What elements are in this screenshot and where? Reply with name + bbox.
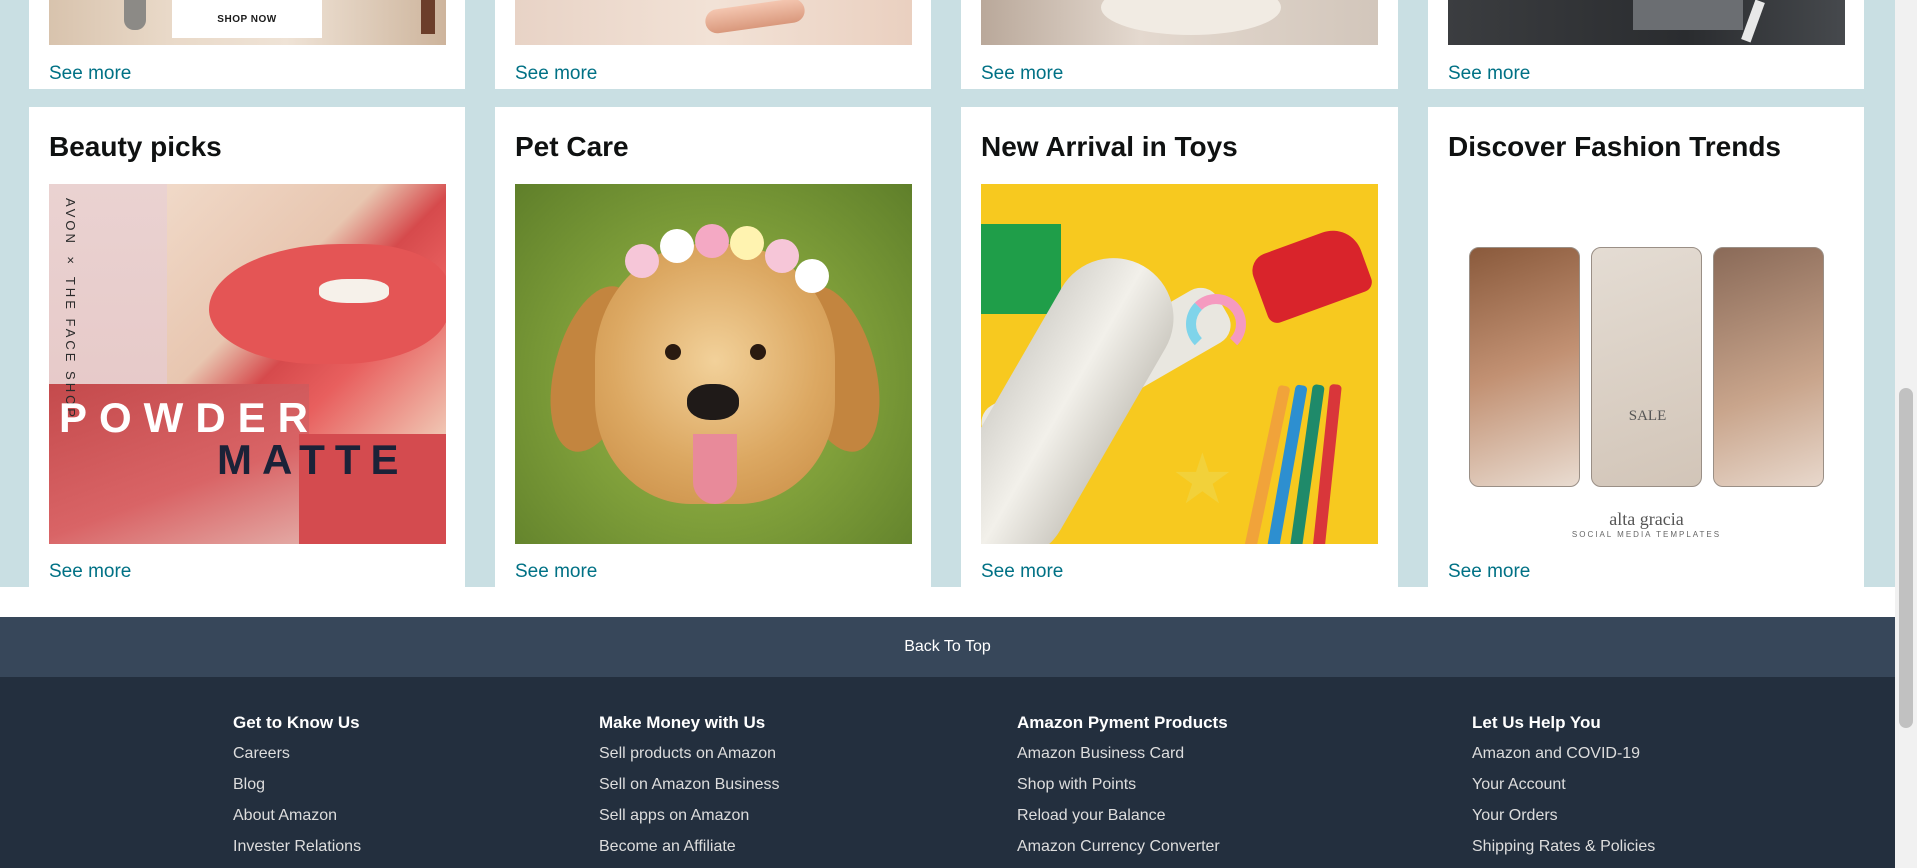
footer-heading: Amazon Pyment Products [1017, 713, 1228, 732]
brand-subtitle: SOCIAL MEDIA TEMPLATES [1571, 530, 1722, 539]
fashion-panel: SALE [1591, 247, 1702, 487]
fashion-image[interactable]: SALE alta gracia SOCIAL MEDIA TEMPLATES [1448, 184, 1845, 544]
avon-brand-text: AVON × THE FACE SHOP [63, 198, 78, 420]
see-more-link[interactable]: See more [981, 63, 1063, 85]
card-toys: New Arrival in Toys ★ See more [961, 107, 1398, 587]
card-fashion: Discover Fashion Trends SALE alta gracia… [1428, 107, 1864, 587]
see-more-link[interactable]: See more [981, 561, 1063, 583]
footer-link[interactable]: Your Account [1472, 776, 1655, 807]
card-title: Discover Fashion Trends [1448, 131, 1781, 162]
flower-graphic [765, 239, 799, 273]
card-title: New Arrival in Toys [981, 131, 1238, 162]
teeth-graphic [319, 279, 389, 303]
card-top-4: See more [1428, 0, 1864, 89]
footer-link[interactable]: Amazon Currency Converter [1017, 838, 1228, 868]
dog-eye-graphic [750, 344, 766, 360]
toy-car-graphic [1247, 222, 1375, 326]
card-image[interactable] [515, 0, 912, 45]
card-top-2: See more [495, 0, 931, 89]
footer-column-make-money: Make Money with Us Sell products on Amaz… [599, 713, 780, 868]
footer-link[interactable]: Sell products on Amazon [599, 745, 780, 776]
alta-gracia-brand: alta gracia [1609, 509, 1684, 529]
footer-heading: Let Us Help You [1472, 713, 1601, 732]
model-leg-graphic [124, 0, 146, 30]
footer-link[interactable]: Careers [233, 745, 361, 776]
footer-link[interactable]: Reload your Balance [1017, 807, 1228, 838]
shop-now-banner: SHOP NOW [172, 0, 322, 38]
footer-link[interactable]: Invester Relations [233, 838, 361, 868]
flower-graphic [625, 244, 659, 278]
vertical-scrollbar[interactable] [1895, 0, 1917, 868]
footer: Get to Know Us Careers Blog About Amazon… [0, 677, 1895, 868]
star-icon: ★ [1171, 440, 1234, 518]
card-image[interactable]: SHOP NOW [49, 0, 446, 45]
fashion-panel [1713, 247, 1824, 487]
card-beauty-picks: Beauty picks AVON × THE FACE SHOP POWDER… [29, 107, 465, 587]
stool-graphic [421, 0, 435, 34]
sale-text: SALE [1628, 408, 1667, 424]
matte-text: MATTE [217, 436, 409, 483]
flower-graphic [730, 226, 764, 260]
see-more-link[interactable]: See more [1448, 63, 1530, 85]
pet-image[interactable] [515, 184, 912, 544]
card-title: Beauty picks [49, 131, 222, 162]
card-image[interactable] [981, 0, 1378, 45]
toys-image[interactable]: ★ [981, 184, 1378, 544]
footer-link[interactable]: Sell apps on Amazon [599, 807, 780, 838]
see-more-link[interactable]: See more [515, 63, 597, 85]
flower-graphic [660, 229, 694, 263]
card-title: Pet Care [515, 131, 629, 162]
footer-link[interactable]: Shipping Rates & Policies [1472, 838, 1655, 868]
dog-tongue-graphic [693, 434, 737, 504]
footer-column-payment-products: Amazon Pyment Products Amazon Business C… [1017, 713, 1228, 868]
footer-heading: Get to Know Us [233, 713, 360, 732]
see-more-link[interactable]: See more [1448, 561, 1530, 583]
device-graphic [1633, 0, 1743, 30]
beauty-image[interactable]: AVON × THE FACE SHOP POWDER MATTE [49, 184, 446, 544]
footer-link[interactable]: Amazon Business Card [1017, 745, 1228, 776]
scrollbar-thumb[interactable] [1899, 388, 1913, 728]
footer-link[interactable]: Amazon and COVID-19 [1472, 745, 1655, 776]
footer-link[interactable]: Become an Affiliate [599, 838, 780, 868]
card-image[interactable] [1448, 0, 1845, 45]
footer-heading: Make Money with Us [599, 713, 766, 732]
flower-graphic [795, 259, 829, 293]
footer-link[interactable]: Sell on Amazon Business [599, 776, 780, 807]
footer-link[interactable]: Shop with Points [1017, 776, 1228, 807]
footer-column-help: Let Us Help You Amazon and COVID-19 Your… [1472, 713, 1655, 868]
see-more-link[interactable]: See more [515, 561, 597, 583]
footer-link[interactable]: Your Orders [1472, 807, 1655, 838]
back-to-top-button[interactable]: Back To Top [0, 617, 1895, 677]
footer-column-get-to-know-us: Get to Know Us Careers Blog About Amazon… [233, 713, 361, 868]
dog-nose-graphic [687, 384, 739, 420]
green-block-graphic [981, 224, 1061, 314]
card-pet-care: Pet Care See more [495, 107, 931, 587]
face-roller-graphic [703, 0, 807, 35]
card-top-1: SHOP NOW See more [29, 0, 465, 89]
rainbow-graphic [1186, 294, 1246, 354]
card-top-3: See more [961, 0, 1398, 89]
see-more-link[interactable]: See more [49, 63, 131, 85]
footer-link[interactable]: About Amazon [233, 807, 361, 838]
stylus-graphic [1741, 0, 1765, 43]
see-more-link[interactable]: See more [49, 561, 131, 583]
pillow-graphic [1101, 0, 1281, 35]
flower-graphic [695, 224, 729, 258]
dog-eye-graphic [665, 344, 681, 360]
fashion-panel [1469, 247, 1580, 487]
powder-text: POWDER [59, 394, 320, 441]
footer-link[interactable]: Blog [233, 776, 361, 807]
